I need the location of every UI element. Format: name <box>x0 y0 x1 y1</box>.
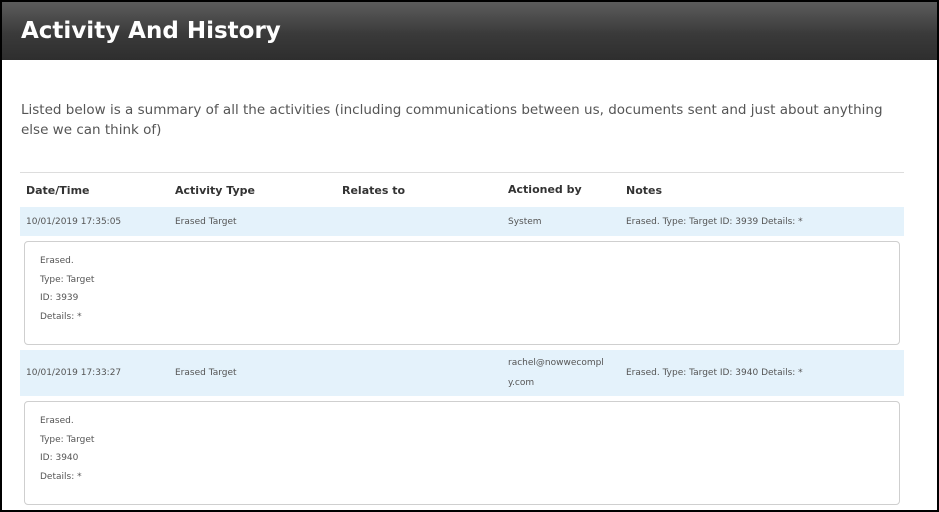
activity-panel: Activity And History Listed below is a s… <box>2 2 937 510</box>
table-row[interactable]: 10/01/2019 17:33:27 Erased Target rachel… <box>20 350 904 396</box>
column-header-notes: Notes <box>626 183 663 197</box>
cell-actioned-by: rachel@nowwecompl y.com <box>508 353 626 393</box>
table-row[interactable]: 10/01/2019 17:35:05 Erased Target System… <box>20 207 904 236</box>
detail-line: Erased. <box>40 256 74 266</box>
detail-line: Type: Target <box>40 274 95 285</box>
panel-header: Activity And History <box>2 2 937 60</box>
row-detail-box: Erased. Type: Target ID: 3940 Details: * <box>24 401 900 505</box>
cell-activity-type: Erased Target <box>175 216 237 227</box>
actioned-by-line: y.com <box>508 378 535 388</box>
table-header-row: Date/Time Activity Type Relates to Actio… <box>20 173 904 207</box>
detail-line: Type: Target <box>40 434 95 445</box>
cell-datetime: 10/01/2019 17:33:27 <box>26 368 122 378</box>
column-header-activity-type: Activity Type <box>175 183 255 197</box>
column-header-relates-to: Relates to <box>342 183 406 197</box>
column-header-datetime: Date/Time <box>26 183 90 197</box>
cell-datetime: 10/01/2019 17:35:05 <box>26 216 122 227</box>
detail-line: ID: 3940 <box>40 453 79 463</box>
row-detail-box: Erased. Type: Target ID: 3939 Details: * <box>24 241 900 345</box>
page-title: Activity And History <box>21 18 281 44</box>
detail-line: Erased. <box>40 416 74 426</box>
column-header-actioned-by: Actioned by <box>508 183 582 196</box>
detail-line: Details: * <box>40 311 82 322</box>
intro-text: Listed below is a summary of all the act… <box>21 102 883 138</box>
detail-line: Details: * <box>40 471 82 482</box>
cell-notes: Erased. Type: Target ID: 3940 Details: * <box>626 368 803 378</box>
activity-table: Date/Time Activity Type Relates to Actio… <box>20 172 904 510</box>
actioned-by-line: rachel@nowwecompl <box>508 358 604 368</box>
cell-notes: Erased. Type: Target ID: 3939 Details: * <box>626 216 803 227</box>
cell-activity-type: Erased Target <box>175 368 237 378</box>
detail-line: ID: 3939 <box>40 293 79 303</box>
cell-actioned-by: System <box>508 216 542 227</box>
